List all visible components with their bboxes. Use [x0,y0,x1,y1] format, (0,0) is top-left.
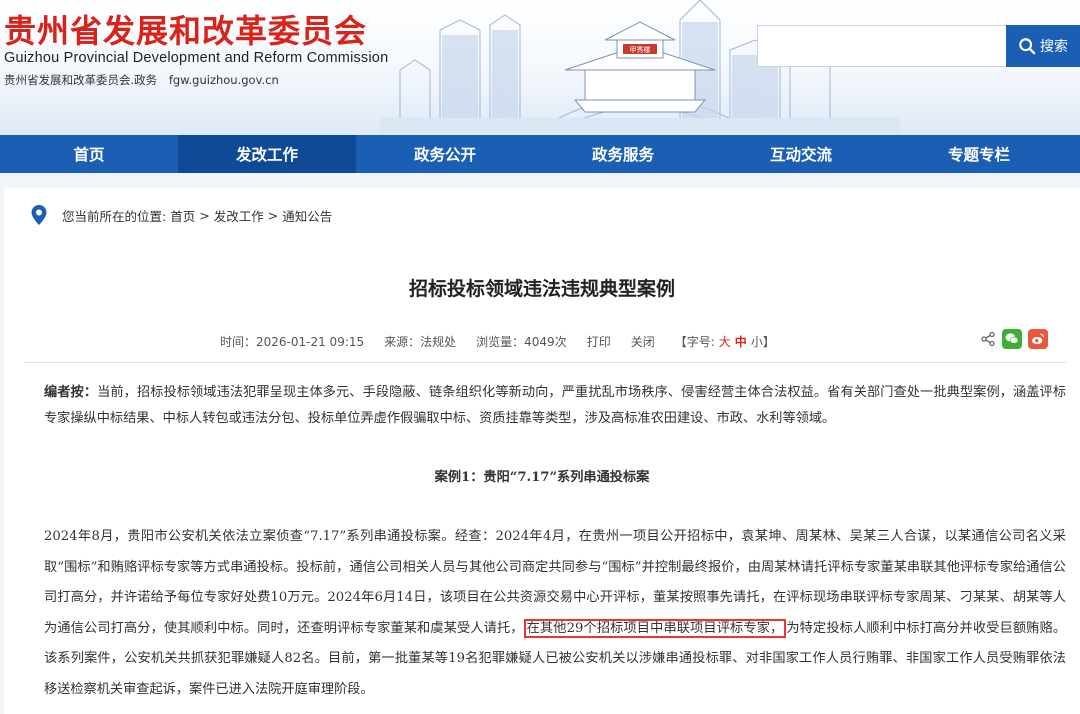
share-icon[interactable] [980,331,996,347]
site-domain-cn: 贵州省发展和改革委员会.政务 [4,73,158,87]
nav-item-government-affairs[interactable]: 政务公开 [356,135,534,173]
site-domain: 贵州省发展和改革委员会.政务 fgw.guizhou.gov.cn [4,72,287,88]
share-bar [980,329,1048,349]
search-button[interactable]: 搜索 [1006,25,1080,67]
search-button-label: 搜索 [1040,39,1068,55]
wechat-share-icon[interactable] [1002,329,1022,349]
fontsize-small-button[interactable]: 小】 [751,333,775,350]
article-card: 您当前所在的位置: 首页 > 发改工作 > 通知公告 招标投标领域违法违规典型案… [4,188,1080,714]
nav-item-interaction[interactable]: 互动交流 [712,135,890,173]
site-domain-url: fgw.guizhou.gov.cn [168,73,279,87]
breadcrumb-link-home[interactable]: 首页 [170,206,195,225]
article-meta: 时间：2026-01-21 09:15 来源：法规处 浏览量：4049次 打印 … [220,333,775,350]
search-input[interactable] [757,25,1007,67]
editor-note-label: 编者按： [44,385,98,400]
print-link[interactable]: 打印 [587,333,611,350]
wechat-logo-icon [1005,333,1019,344]
editor-note-paragraph: 编者按：当前，招标投标领域违法犯罪呈现主体多元、手段隐蔽、链条组织化等新动向，严… [44,380,1066,432]
close-link[interactable]: 关闭 [631,333,655,350]
breadcrumb: 您当前所在的位置: 首页 > 发改工作 > 通知公告 [30,204,336,226]
breadcrumb-separator: > [199,207,210,223]
nav-item-government-services[interactable]: 政务服务 [534,135,712,173]
case1-title: 案例1：贵阳“7.17”系列串通投标案 [434,470,650,485]
search-icon [1019,38,1036,55]
fontsize-large-button[interactable]: 大 [719,333,731,350]
meta-source: 来源：法规处 [384,335,457,349]
location-pin-icon [31,205,47,225]
site-header: 甲秀楼 贵州省发展和改革委员会 Guizhou Provincial Devel… [0,0,1080,135]
header-skyline-illustration: 甲秀楼 [380,0,900,135]
article-title: 招标投标领域违法违规典型案例 [408,278,675,300]
nav-item-reform-work[interactable]: 发改工作 [178,135,356,173]
breadcrumb-link-reform-work[interactable]: 发改工作 [214,206,264,225]
breadcrumb-separator: > [267,207,279,223]
meta-views: 浏览量：4049次 [476,335,567,349]
site-title-english: Guizhou Provincial Development and Refor… [4,50,389,66]
fontsize-prefix: 【字号: [674,335,715,349]
meta-divider [24,362,1066,363]
case1-paragraph: 2024年8月，贵阳市公安机关依法立案侦查“7.17”系列串通投标案。经查：20… [44,522,1066,706]
weibo-logo-icon [1032,333,1045,345]
breadcrumb-link-notices[interactable]: 通知公告 [282,206,332,225]
meta-time: 时间：2026-01-21 09:15 [220,335,365,349]
case1-highlighted-text: 在其他29个招标项目中串联项目评标专家， [523,618,787,638]
editor-note-text: 当前，招标投标领域违法犯罪呈现主体多元、手段隐蔽、链条组织化等新动向，严重扰乱市… [44,385,1067,426]
nav-item-home[interactable]: 首页 [0,135,178,173]
site-title: 贵州省发展和改革委员会 [4,12,368,50]
main-nav: 首页 发改工作 政务公开 政务服务 互动交流 专题专栏 [0,135,1080,173]
tower-plaque-text: 甲秀楼 [630,45,651,54]
weibo-share-icon[interactable] [1028,329,1048,349]
breadcrumb-prefix: 您当前所在的位置: [62,208,167,224]
fontsize-medium-button[interactable]: 中 [735,333,747,350]
nav-item-special-topics[interactable]: 专题专栏 [890,135,1068,173]
